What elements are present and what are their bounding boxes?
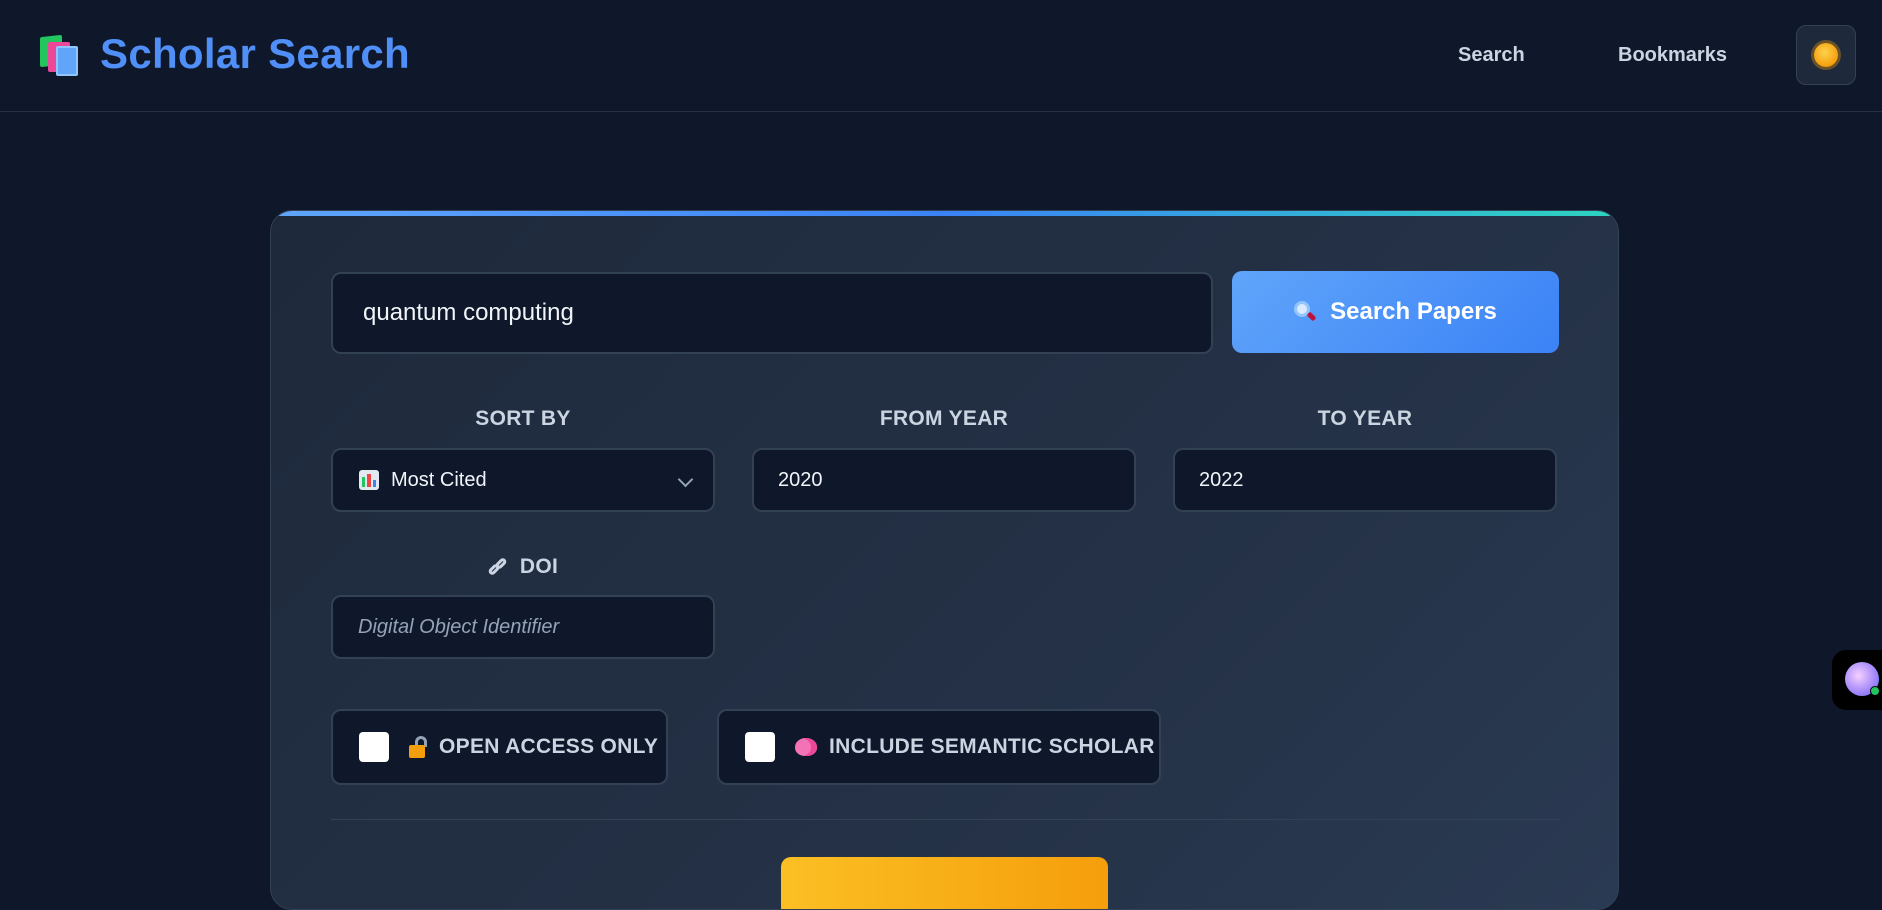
to-year-label: TO YEAR (1317, 407, 1413, 430)
online-status-dot (1870, 686, 1880, 696)
search-papers-button[interactable]: Search Papers (1232, 271, 1559, 353)
search-input[interactable]: quantum computing (331, 272, 1213, 354)
bar-chart-icon (359, 470, 379, 490)
secondary-action-button[interactable] (781, 857, 1108, 909)
chevron-down-icon (677, 471, 694, 488)
search-card: quantum computing Search Papers SORT BY … (270, 210, 1619, 910)
from-year-input[interactable]: 2020 (752, 448, 1136, 512)
magnifier-icon (1294, 301, 1317, 323)
link-icon (487, 556, 508, 577)
doi-label: DOI (519, 555, 559, 578)
brain-icon (795, 738, 817, 756)
sort-by-label: SORT BY (475, 407, 571, 430)
search-button-label: Search Papers (1330, 298, 1497, 325)
doi-label-row: DOI (331, 555, 715, 579)
assistant-widget[interactable] (1832, 650, 1882, 710)
nav-search-link[interactable]: Search (1458, 44, 1525, 67)
nav-bookmarks-link[interactable]: Bookmarks (1618, 44, 1727, 67)
semantic-scholar-checkbox[interactable] (745, 732, 775, 762)
card-accent-bar (271, 211, 1618, 216)
app-title: Scholar Search (100, 30, 411, 77)
doi-input[interactable]: Digital Object Identifier (331, 595, 715, 659)
sort-by-value: Most Cited (391, 468, 487, 491)
semantic-scholar-label: INCLUDE SEMANTIC SCHOLAR (829, 735, 1155, 758)
brand[interactable]: Scholar Search (36, 30, 410, 78)
unlocked-icon (409, 736, 427, 758)
open-access-label: OPEN ACCESS ONLY (439, 735, 659, 758)
open-access-checkbox[interactable] (359, 732, 389, 762)
semantic-scholar-option[interactable]: INCLUDE SEMANTIC SCHOLAR (717, 709, 1161, 785)
to-year-input[interactable]: 2022 (1173, 448, 1557, 512)
app-header: Scholar Search Search Bookmarks (0, 0, 1882, 112)
books-icon (36, 30, 84, 78)
open-access-option[interactable]: OPEN ACCESS ONLY (331, 709, 668, 785)
from-year-label: FROM YEAR (879, 407, 1009, 430)
sort-by-select[interactable]: Most Cited (331, 448, 715, 512)
divider (331, 819, 1559, 820)
sun-icon (1814, 43, 1838, 67)
theme-toggle-button[interactable] (1796, 25, 1856, 85)
